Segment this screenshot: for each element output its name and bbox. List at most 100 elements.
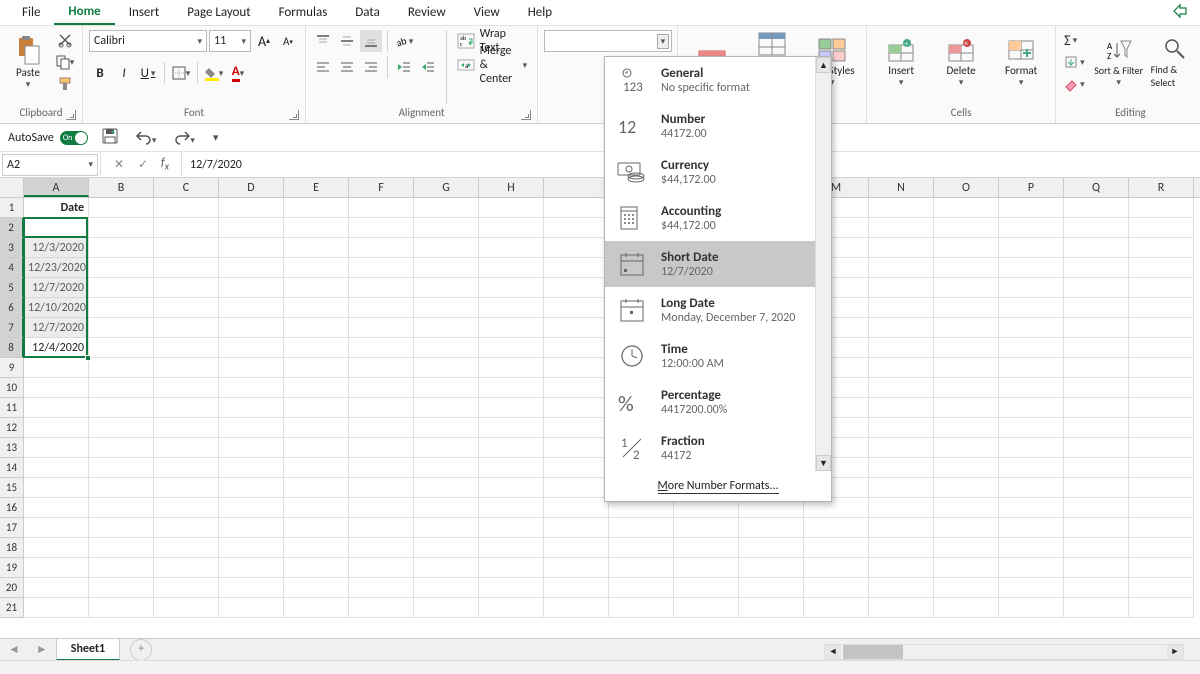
cell[interactable] (544, 598, 609, 618)
cell[interactable] (1064, 238, 1129, 258)
qat-customize-button[interactable]: ▾ (209, 128, 223, 147)
cell[interactable] (869, 238, 934, 258)
cell[interactable] (869, 218, 934, 238)
cell[interactable] (154, 278, 219, 298)
cell[interactable] (1064, 198, 1129, 218)
dialog-launcher-icon[interactable] (289, 110, 299, 120)
cell[interactable] (479, 518, 544, 538)
cell[interactable] (1129, 298, 1194, 318)
sort-filter-button[interactable]: AZ Sort & Filter▾ (1091, 30, 1147, 96)
cell[interactable] (154, 458, 219, 478)
cell[interactable] (284, 278, 349, 298)
cell[interactable] (349, 578, 414, 598)
tab-nav-prev[interactable]: ◄ (0, 642, 28, 657)
cell[interactable] (24, 578, 89, 598)
cell[interactable] (999, 478, 1064, 498)
cell[interactable] (414, 258, 479, 278)
cell[interactable]: Date (24, 198, 89, 218)
cell[interactable] (414, 418, 479, 438)
cell[interactable] (479, 598, 544, 618)
undo-button[interactable]: ▾ (132, 127, 161, 149)
cell[interactable] (479, 578, 544, 598)
cell[interactable] (1129, 278, 1194, 298)
cell[interactable] (284, 358, 349, 378)
cell[interactable] (544, 298, 609, 318)
row-header[interactable]: 20 (0, 578, 24, 598)
cell[interactable] (414, 558, 479, 578)
format-option-general[interactable]: 123GeneralNo specific format (605, 57, 831, 103)
cell[interactable] (89, 478, 154, 498)
cell[interactable] (804, 598, 869, 618)
menu-formulas[interactable]: Formulas (265, 1, 342, 24)
row-header[interactable]: 4 (0, 258, 24, 278)
cell[interactable] (219, 498, 284, 518)
format-option-currency[interactable]: Currency$44,172.00 (605, 149, 831, 195)
cell[interactable] (609, 578, 674, 598)
cell[interactable] (24, 358, 89, 378)
cell[interactable] (934, 338, 999, 358)
cell[interactable] (89, 538, 154, 558)
cell[interactable] (674, 578, 739, 598)
cell[interactable] (414, 478, 479, 498)
cell[interactable] (999, 378, 1064, 398)
cell[interactable] (284, 398, 349, 418)
cell[interactable] (1129, 238, 1194, 258)
cell[interactable] (869, 598, 934, 618)
autosum-button[interactable]: Σ▾ (1062, 30, 1087, 50)
scroll-thumb[interactable] (843, 645, 903, 659)
row-header[interactable]: 7 (0, 318, 24, 338)
cell[interactable] (544, 338, 609, 358)
cell[interactable] (739, 578, 804, 598)
borders-button[interactable]: ▾ (170, 62, 192, 84)
cell[interactable] (479, 418, 544, 438)
cancel-formula-button[interactable]: ✕ (107, 157, 131, 172)
cell[interactable] (284, 418, 349, 438)
cell[interactable] (89, 278, 154, 298)
column-header[interactable]: B (89, 178, 154, 197)
column-header[interactable] (544, 178, 609, 197)
cell[interactable] (89, 198, 154, 218)
cell[interactable] (219, 278, 284, 298)
cell[interactable] (674, 538, 739, 558)
scroll-up-button[interactable]: ▲ (816, 57, 831, 73)
cell[interactable] (869, 458, 934, 478)
increase-font-button[interactable]: A▴ (253, 30, 275, 52)
cell[interactable] (349, 278, 414, 298)
format-option-percentage[interactable]: %Percentage4417200.00% (605, 379, 831, 425)
cell[interactable] (479, 198, 544, 218)
cell[interactable] (284, 238, 349, 258)
column-header[interactable]: E (284, 178, 349, 197)
cell[interactable] (349, 558, 414, 578)
cell[interactable] (869, 578, 934, 598)
menu-home[interactable]: Home (54, 0, 114, 25)
cell[interactable] (349, 198, 414, 218)
cell[interactable] (804, 538, 869, 558)
cell[interactable] (284, 518, 349, 538)
cell[interactable] (154, 578, 219, 598)
cell[interactable] (414, 278, 479, 298)
cell[interactable] (219, 338, 284, 358)
cell[interactable] (349, 258, 414, 278)
cell[interactable] (999, 338, 1064, 358)
cell[interactable] (479, 498, 544, 518)
cell[interactable] (869, 498, 934, 518)
format-option-fraction[interactable]: 12Fraction44172 (605, 425, 831, 471)
cell[interactable] (154, 518, 219, 538)
more-number-formats-item[interactable]: More Number Formats... (605, 471, 831, 501)
cell[interactable] (934, 518, 999, 538)
cell[interactable] (1129, 498, 1194, 518)
cell[interactable] (544, 418, 609, 438)
font-name-select[interactable]: Calibri▾ (89, 30, 207, 52)
cell[interactable] (219, 318, 284, 338)
cell[interactable] (1064, 318, 1129, 338)
cell[interactable] (934, 418, 999, 438)
cell[interactable] (414, 218, 479, 238)
align-middle-button[interactable] (336, 30, 358, 52)
cell[interactable] (349, 538, 414, 558)
cell[interactable] (479, 378, 544, 398)
cell[interactable] (284, 318, 349, 338)
cell[interactable] (544, 318, 609, 338)
cell[interactable] (934, 458, 999, 478)
menu-file[interactable]: File (8, 1, 54, 24)
cell[interactable] (284, 478, 349, 498)
